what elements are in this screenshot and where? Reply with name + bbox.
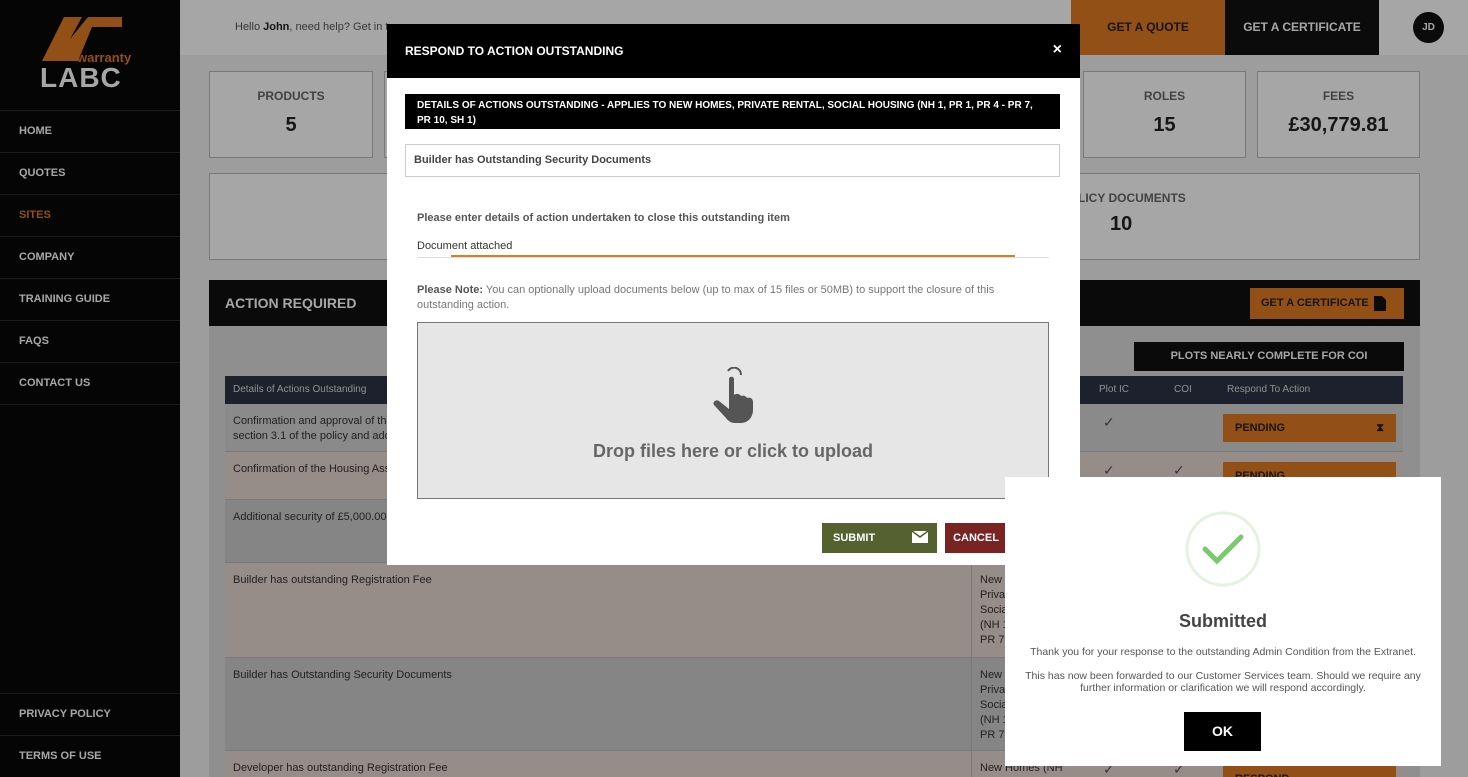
dialog-message-detail: This has now been forwarded to our Custo… <box>1025 670 1421 694</box>
modal-title: RESPOND TO ACTION OUTSTANDING <box>405 44 624 58</box>
success-check-icon <box>1185 511 1261 587</box>
button-label: SUBMIT <box>833 532 876 544</box>
dialog-message: Thank you for your response to the outst… <box>1030 646 1416 658</box>
submitted-dialog: Submitted Thank you for your response to… <box>1005 477 1441 766</box>
upload-note: Please Note: You can optionally upload d… <box>417 284 995 311</box>
envelope-icon <box>912 531 928 543</box>
respond-action-modal: RESPOND TO ACTION OUTSTANDING × DETAILS … <box>387 24 1080 565</box>
dropzone-text: Drop files here or click to upload <box>592 441 874 461</box>
details-value: Builder has Outstanding Security Documen… <box>405 144 1060 177</box>
file-dropzone[interactable]: Drop files here or click to upload <box>417 322 1049 499</box>
details-header: DETAILS OF ACTIONS OUTSTANDING - APPLIES… <box>405 94 1060 129</box>
ok-button[interactable]: OK <box>1184 712 1261 751</box>
submit-button[interactable]: SUBMIT <box>822 523 937 553</box>
action-details-label: Please enter details of action undertake… <box>417 212 790 224</box>
input-focus-underline <box>451 255 1015 257</box>
hand-pointer-icon <box>713 367 753 423</box>
close-icon[interactable]: × <box>1053 41 1062 59</box>
dialog-title: Submitted <box>1179 611 1267 631</box>
cancel-button[interactable]: CANCEL <box>945 523 1007 553</box>
modal-header: RESPOND TO ACTION OUTSTANDING × <box>387 24 1080 78</box>
